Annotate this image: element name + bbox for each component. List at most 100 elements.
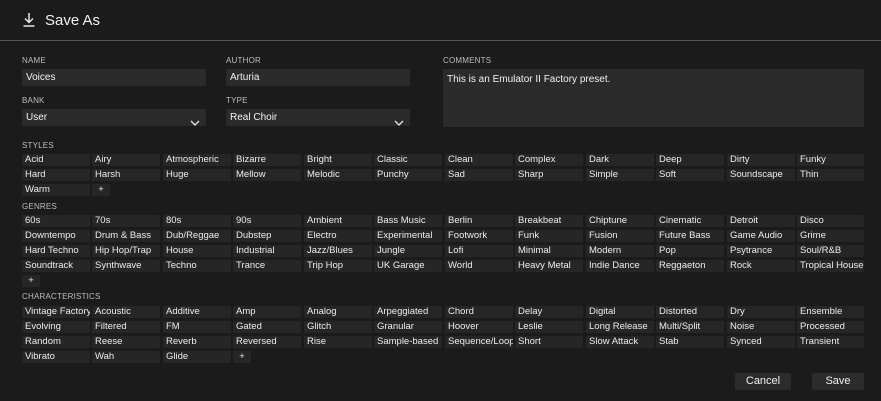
genre-tag[interactable]: Chiptune	[586, 215, 654, 227]
genre-tag[interactable]: Synthwave	[92, 260, 160, 272]
genre-tag[interactable]: 80s	[163, 215, 231, 227]
style-tag[interactable]: Bizarre	[233, 154, 301, 166]
characteristic-tag[interactable]: Ensemble	[797, 306, 864, 318]
characteristic-tag[interactable]: Delay	[515, 306, 583, 318]
style-tag[interactable]: Bright	[304, 154, 372, 166]
characteristic-tag[interactable]: Stab	[656, 336, 724, 348]
genre-tag[interactable]: Trip Hop	[304, 260, 372, 272]
genre-tag[interactable]: Reggaeton	[656, 260, 724, 272]
genre-tag[interactable]: Funk	[515, 230, 583, 242]
characteristic-tag[interactable]: Digital	[586, 306, 654, 318]
genre-tag[interactable]: Drum & Bass	[92, 230, 160, 242]
genre-tag[interactable]: Jungle	[374, 245, 442, 257]
genre-tag[interactable]: Grime	[797, 230, 864, 242]
genre-tag[interactable]: Footwork	[445, 230, 513, 242]
characteristic-tag[interactable]: Leslie	[515, 321, 583, 333]
author-field[interactable]: Arturia	[226, 69, 410, 86]
characteristic-tag[interactable]: Filtered	[92, 321, 160, 333]
bank-dropdown[interactable]: User	[22, 109, 206, 126]
style-tag[interactable]: Simple	[586, 169, 654, 181]
type-dropdown[interactable]: Real Choir	[226, 109, 410, 126]
characteristic-tag[interactable]: Transient	[797, 336, 864, 348]
characteristic-tag[interactable]: Multi/Split	[656, 321, 724, 333]
style-tag[interactable]: Sad	[445, 169, 513, 181]
genre-tag[interactable]: Psytrance	[727, 245, 795, 257]
save-button[interactable]: Save	[812, 373, 864, 390]
style-tag[interactable]: Huge	[163, 169, 231, 181]
style-tag[interactable]: Soundscape	[727, 169, 795, 181]
genre-tag[interactable]: Soundtrack	[22, 260, 90, 272]
style-tag[interactable]: Dirty	[727, 154, 795, 166]
genre-tag[interactable]: UK Garage	[374, 260, 442, 272]
genre-tag[interactable]: Trance	[233, 260, 301, 272]
characteristic-tag[interactable]: Sequence/Loop	[445, 336, 513, 348]
genre-add-button[interactable]: +	[22, 275, 40, 287]
characteristic-tag[interactable]: Random	[22, 336, 90, 348]
characteristic-tag[interactable]: Short	[515, 336, 583, 348]
genre-tag[interactable]: Dubstep	[233, 230, 301, 242]
style-tag[interactable]: Melodic	[304, 169, 372, 181]
characteristic-tag[interactable]: Glide	[163, 351, 231, 363]
genre-tag[interactable]: Heavy Metal	[515, 260, 583, 272]
characteristic-tag[interactable]: Additive	[163, 306, 231, 318]
style-tag[interactable]: Warm	[22, 184, 90, 196]
genre-tag[interactable]: Industrial	[233, 245, 301, 257]
genre-tag[interactable]: Fusion	[586, 230, 654, 242]
genre-tag[interactable]: Berlin	[445, 215, 513, 227]
genre-tag[interactable]: Future Bass	[656, 230, 724, 242]
characteristic-tag[interactable]: Hoover	[445, 321, 513, 333]
genre-tag[interactable]: Dub/Reggae	[163, 230, 231, 242]
genre-tag[interactable]: Electro	[304, 230, 372, 242]
style-tag[interactable]: Mellow	[233, 169, 301, 181]
characteristic-tag[interactable]: Rise	[304, 336, 372, 348]
characteristic-tag[interactable]: Gated	[233, 321, 301, 333]
genre-tag[interactable]: 70s	[92, 215, 160, 227]
characteristic-tag[interactable]: Distorted	[656, 306, 724, 318]
characteristic-tag[interactable]: Chord	[445, 306, 513, 318]
genre-tag[interactable]: Experimental	[374, 230, 442, 242]
genre-tag[interactable]: Game Audio	[727, 230, 795, 242]
characteristic-tag[interactable]: Wah	[92, 351, 160, 363]
characteristic-tag[interactable]: Processed	[797, 321, 864, 333]
genre-tag[interactable]: Tropical House	[797, 260, 864, 272]
style-tag[interactable]: Punchy	[374, 169, 442, 181]
characteristic-tag[interactable]: Reversed	[233, 336, 301, 348]
genre-tag[interactable]: Lofi	[445, 245, 513, 257]
characteristic-tag[interactable]: Amp	[233, 306, 301, 318]
genre-tag[interactable]: 90s	[233, 215, 301, 227]
characteristic-tag[interactable]: Reese	[92, 336, 160, 348]
characteristic-tag[interactable]: Vibrato	[22, 351, 90, 363]
style-add-button[interactable]: +	[92, 184, 110, 196]
genre-tag[interactable]: Cinematic	[656, 215, 724, 227]
characteristic-tag[interactable]: Glitch	[304, 321, 372, 333]
characteristic-tag[interactable]: Vintage Factory	[22, 306, 90, 318]
characteristic-tag[interactable]: Noise	[727, 321, 795, 333]
style-tag[interactable]: Thin	[797, 169, 864, 181]
characteristic-tag[interactable]: Evolving	[22, 321, 90, 333]
style-tag[interactable]: Classic	[374, 154, 442, 166]
style-tag[interactable]: Soft	[656, 169, 724, 181]
genre-tag[interactable]: Modern	[586, 245, 654, 257]
style-tag[interactable]: Acid	[22, 154, 90, 166]
style-tag[interactable]: Deep	[656, 154, 724, 166]
genre-tag[interactable]: Detroit	[727, 215, 795, 227]
genre-tag[interactable]: Disco	[797, 215, 864, 227]
genre-tag[interactable]: Ambient	[304, 215, 372, 227]
characteristic-tag[interactable]: Reverb	[163, 336, 231, 348]
characteristic-tag[interactable]: Dry	[727, 306, 795, 318]
style-tag[interactable]: Hard	[22, 169, 90, 181]
genre-tag[interactable]: 60s	[22, 215, 90, 227]
genre-tag[interactable]: Pop	[656, 245, 724, 257]
genre-tag[interactable]: Techno	[163, 260, 231, 272]
characteristic-tag[interactable]: Acoustic	[92, 306, 160, 318]
genre-tag[interactable]: Minimal	[515, 245, 583, 257]
style-tag[interactable]: Clean	[445, 154, 513, 166]
genre-tag[interactable]: Rock	[727, 260, 795, 272]
style-tag[interactable]: Harsh	[92, 169, 160, 181]
cancel-button[interactable]: Cancel	[735, 373, 791, 390]
genre-tag[interactable]: Indie Dance	[586, 260, 654, 272]
characteristic-tag[interactable]: Sample-based	[374, 336, 442, 348]
characteristic-tag[interactable]: Analog	[304, 306, 372, 318]
style-tag[interactable]: Complex	[515, 154, 583, 166]
genre-tag[interactable]: Hard Techno	[22, 245, 90, 257]
